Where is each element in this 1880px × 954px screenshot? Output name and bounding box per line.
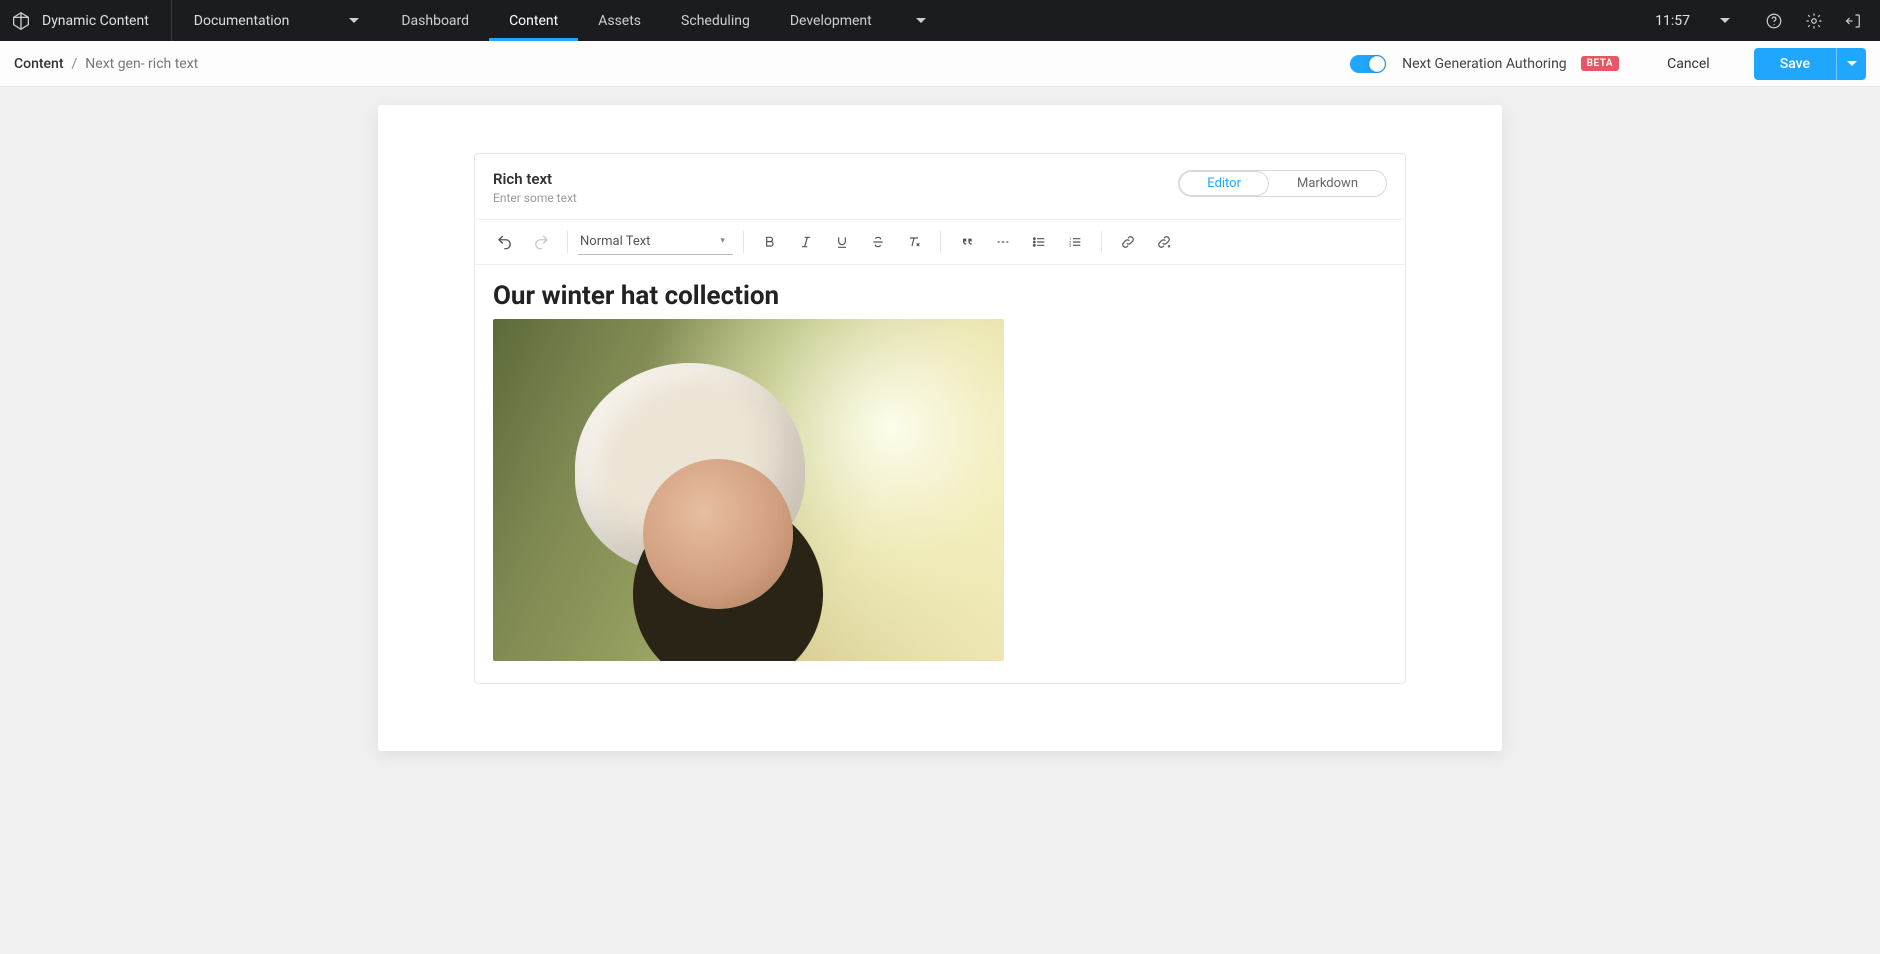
editor-toolbar: Normal Text ▾ 123	[475, 219, 1405, 265]
redo-icon[interactable]	[525, 226, 557, 258]
nav-label: Assets	[598, 13, 641, 29]
clear-format-icon[interactable]	[898, 226, 930, 258]
toggle-knob	[1369, 56, 1385, 72]
nav-assets[interactable]: Assets	[578, 0, 661, 41]
nav-scheduling[interactable]: Scheduling	[661, 0, 770, 41]
logout-icon[interactable]	[1844, 11, 1864, 31]
mode-switch: Editor Markdown	[1178, 170, 1387, 197]
content-image[interactable]	[493, 319, 1004, 661]
anchor-link-icon[interactable]	[1148, 226, 1180, 258]
brand: Dynamic Content	[0, 0, 172, 41]
page-canvas: Rich text Enter some text Editor Markdow…	[378, 105, 1502, 751]
workspace-switcher-label: Documentation	[194, 13, 290, 29]
brand-name: Dynamic Content	[42, 13, 149, 29]
ordered-list-icon[interactable]: 123	[1059, 226, 1091, 258]
italic-icon[interactable]	[790, 226, 822, 258]
chevron-down-icon: ▾	[720, 236, 725, 246]
toolbar-separator	[743, 231, 744, 253]
nav-development[interactable]: Development	[770, 0, 892, 41]
nav-overflow-icon[interactable]	[916, 18, 926, 23]
editor-header: Rich text Enter some text Editor Markdow…	[475, 154, 1405, 219]
svg-text:3: 3	[1069, 243, 1071, 248]
cancel-button[interactable]: Cancel	[1649, 48, 1728, 80]
subbar: Content / Next gen- rich text Next Gener…	[0, 41, 1880, 87]
authoring-toggle[interactable]	[1350, 55, 1386, 73]
breadcrumb-current: Next gen- rich text	[85, 56, 198, 72]
hr-icon[interactable]	[987, 226, 1019, 258]
nav-label: Scheduling	[681, 13, 750, 29]
nav-label: Content	[509, 13, 558, 29]
strikethrough-icon[interactable]	[862, 226, 894, 258]
editor-title-block: Rich text Enter some text	[493, 170, 577, 205]
bold-icon[interactable]	[754, 226, 786, 258]
nav-content[interactable]: Content	[489, 0, 578, 41]
editor-subtitle: Enter some text	[493, 191, 577, 205]
authoring-toggle-label: Next Generation Authoring	[1402, 56, 1567, 72]
spacer	[926, 0, 1637, 41]
topbar: Dynamic Content Documentation Dashboard …	[0, 0, 1880, 41]
text-style-select[interactable]: Normal Text ▾	[578, 230, 733, 255]
underline-icon[interactable]	[826, 226, 858, 258]
brand-logo-icon	[10, 10, 32, 32]
content-heading[interactable]: Our winter hat collection	[493, 281, 1387, 311]
chevron-down-icon	[1720, 18, 1730, 23]
mode-markdown[interactable]: Markdown	[1269, 171, 1386, 196]
save-button-group: Save	[1754, 48, 1866, 80]
toolbar-separator	[1101, 231, 1102, 253]
breadcrumb-root[interactable]: Content	[14, 56, 64, 72]
clock-time: 11:57	[1655, 13, 1690, 29]
top-icon-group	[1748, 0, 1880, 41]
gear-icon[interactable]	[1804, 11, 1824, 31]
undo-icon[interactable]	[489, 226, 521, 258]
toolbar-separator	[940, 231, 941, 253]
nav-label: Dashboard	[401, 13, 469, 29]
text-style-value: Normal Text	[580, 234, 650, 249]
help-icon[interactable]	[1764, 11, 1784, 31]
editor-title: Rich text	[493, 170, 577, 188]
nav-dashboard[interactable]: Dashboard	[381, 0, 489, 41]
breadcrumb-sep: /	[72, 56, 78, 72]
editor-body[interactable]: Our winter hat collection	[475, 265, 1405, 683]
nav-label: Development	[790, 13, 872, 29]
save-button-more[interactable]	[1836, 48, 1866, 80]
mode-editor[interactable]: Editor	[1179, 171, 1269, 196]
toolbar-separator	[567, 231, 568, 253]
rich-text-editor: Rich text Enter some text Editor Markdow…	[474, 153, 1406, 684]
link-icon[interactable]	[1112, 226, 1144, 258]
workspace-switcher[interactable]: Documentation	[172, 0, 382, 41]
chevron-down-icon	[349, 18, 359, 23]
workspace: Rich text Enter some text Editor Markdow…	[0, 87, 1880, 791]
beta-badge: BETA	[1581, 56, 1619, 71]
clock[interactable]: 11:57	[1637, 0, 1748, 41]
quote-icon[interactable]	[951, 226, 983, 258]
chevron-down-icon	[1847, 61, 1857, 66]
bullet-list-icon[interactable]	[1023, 226, 1055, 258]
main-nav: Dashboard Content Assets Scheduling Deve…	[381, 0, 891, 41]
save-button[interactable]: Save	[1754, 48, 1836, 80]
